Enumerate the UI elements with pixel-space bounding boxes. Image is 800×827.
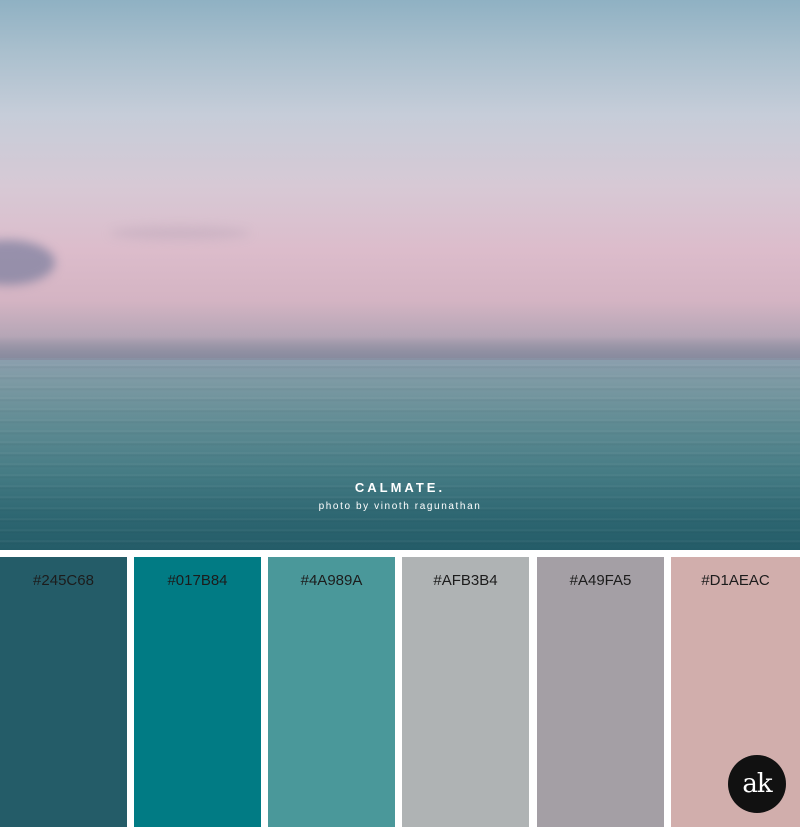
- horizon-haze: [0, 336, 800, 360]
- swatch-hex-label: #AFB3B4: [433, 572, 498, 589]
- color-swatch: #017B84: [134, 557, 261, 827]
- caption-title: CALMATE.: [354, 480, 446, 495]
- sea-photo: CALMATE. photo by vinoth ragunathan: [0, 0, 800, 550]
- color-swatch: #AFB3B4: [402, 557, 529, 827]
- swatch-hex-label: #4A989A: [300, 572, 363, 589]
- logo-text: ak: [742, 769, 772, 799]
- swatch-hex-label: #A49FA5: [569, 572, 632, 589]
- cloud: [110, 226, 250, 240]
- color-swatch: #A49FA5: [537, 557, 664, 827]
- color-swatch: #4A989A: [268, 557, 395, 827]
- sea-ripples: [0, 358, 800, 550]
- ak-logo: ak: [728, 755, 786, 813]
- swatch-hex-label: #245C68: [33, 572, 94, 589]
- swatch-hex-label: #D1AEAC: [701, 572, 770, 589]
- sky: [0, 0, 800, 358]
- photo-credit: photo by vinoth ragunathan: [318, 501, 482, 512]
- color-swatch: #245C68: [0, 557, 127, 827]
- swatch-hex-label: #017B84: [167, 572, 228, 589]
